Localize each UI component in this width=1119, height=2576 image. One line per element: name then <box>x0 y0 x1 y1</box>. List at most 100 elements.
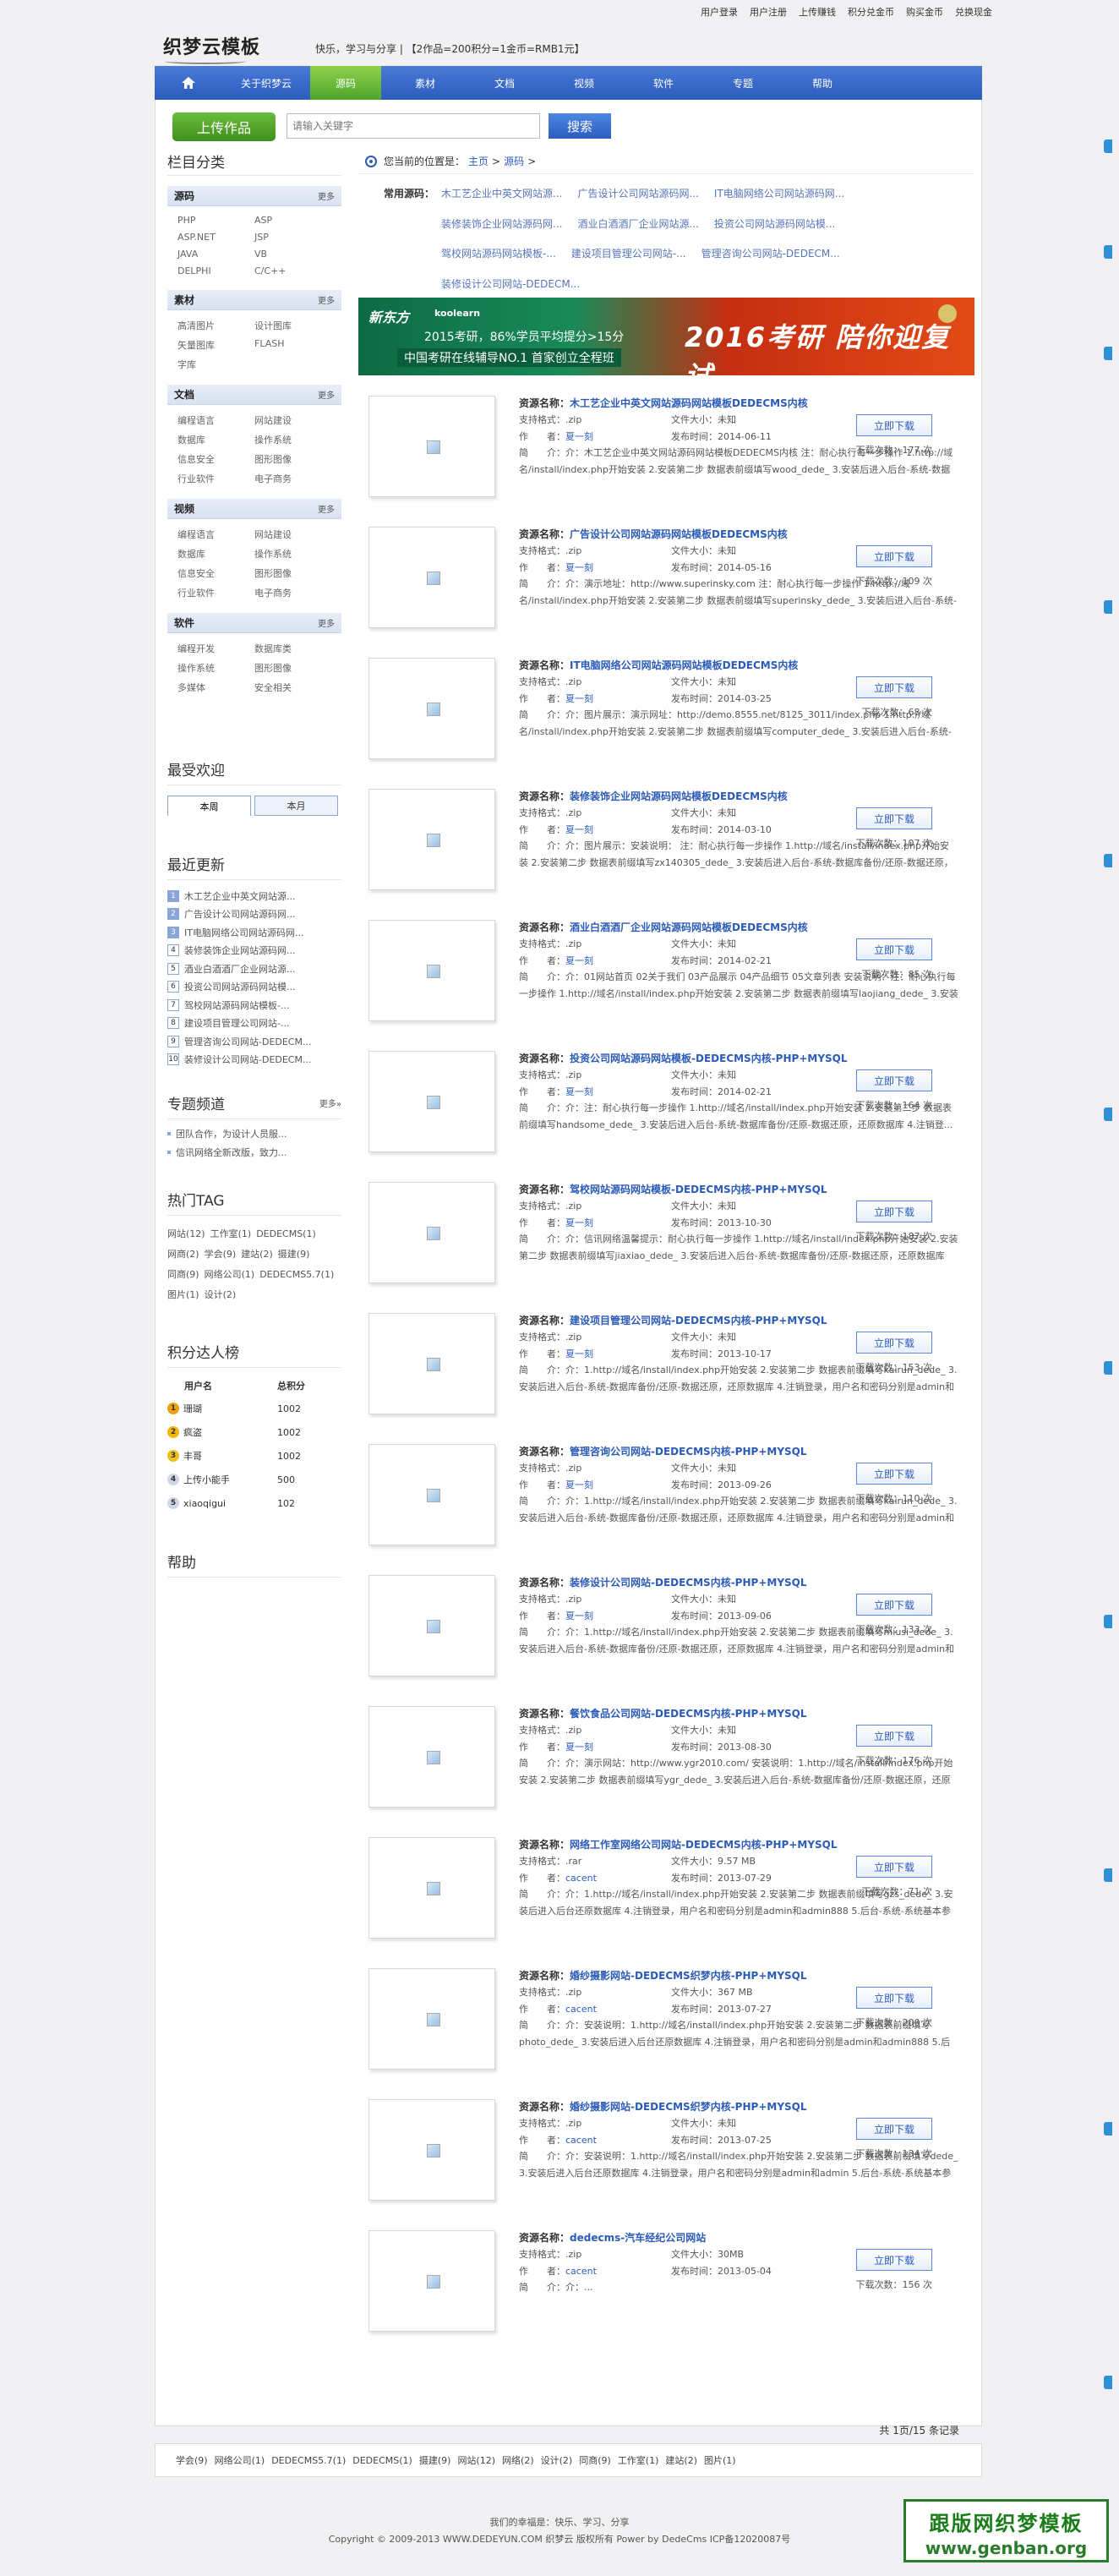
nav-about[interactable]: 关于织梦云 <box>231 66 302 100</box>
nav-docs[interactable]: 文档 <box>469 66 540 100</box>
download-button[interactable]: 立即下载 <box>856 2118 932 2140</box>
list-item[interactable]: 10 装修设计公司网站-DEDECM... <box>167 1051 341 1069</box>
list-item[interactable]: 5 酒业白酒酒厂企业网站源... <box>167 960 341 978</box>
top-link-buy[interactable]: 购买金币 <box>906 5 943 19</box>
list-item[interactable]: 7 驾校网站源码网站模板-... <box>167 996 341 1015</box>
author-link[interactable]: cacent <box>565 2004 597 2015</box>
footer-tag-link[interactable]: 设计(2) <box>541 2453 573 2467</box>
resource-thumbnail[interactable] <box>368 789 495 890</box>
recent-link[interactable]: IT电脑网络公司网站源码网... <box>184 926 303 939</box>
category-item[interactable]: 编程语言 <box>177 413 254 427</box>
tag-link[interactable]: 设计(2) <box>205 1289 237 1300</box>
download-button[interactable]: 立即下载 <box>856 1594 932 1616</box>
upload-button[interactable]: 上传作品 <box>172 112 276 141</box>
breadcrumb-home[interactable]: 主页 <box>468 154 489 168</box>
rank-username[interactable]: 珊瑚 <box>183 1402 202 1415</box>
recent-link[interactable]: 投资公司网站源码网站模... <box>184 980 296 993</box>
top-link-upload[interactable]: 上传赚钱 <box>799 5 836 19</box>
resource-title-link[interactable]: 餐饮食品公司网站-DEDECMS内核-PHP+MYSQL <box>570 1708 806 1720</box>
search-input[interactable] <box>287 113 540 139</box>
footer-tag-link[interactable]: 网站(12) <box>457 2453 495 2467</box>
download-button[interactable]: 立即下载 <box>856 1725 932 1747</box>
category-item[interactable]: 信息安全 <box>177 566 254 580</box>
author-link[interactable]: cacent <box>565 2266 597 2277</box>
download-button[interactable]: 立即下载 <box>856 545 932 567</box>
tab-month[interactable]: 本月 <box>254 796 338 816</box>
category-item[interactable]: 操作系统 <box>254 547 331 561</box>
download-button[interactable]: 立即下载 <box>856 807 932 829</box>
category-item[interactable]: 图形图像 <box>254 452 331 466</box>
resource-title-link[interactable]: 婚纱摄影网站-DEDECMS织梦内核-PHP+MYSQL <box>570 1970 806 1982</box>
resource-thumbnail[interactable] <box>368 1968 495 2070</box>
resource-title-link[interactable]: 投资公司网站源码网站模板-DEDECMS内核-PHP+MYSQL <box>570 1053 847 1064</box>
nav-material[interactable]: 素材 <box>390 66 461 100</box>
category-item[interactable]: JSP <box>254 232 331 243</box>
category-item[interactable]: 网站建设 <box>254 413 331 427</box>
resource-title-link[interactable]: 驾校网站源码网站模板-DEDECMS内核-PHP+MYSQL <box>570 1184 827 1195</box>
list-item[interactable]: 4 装修装饰企业网站源码网... <box>167 942 341 960</box>
download-button[interactable]: 立即下载 <box>856 1332 932 1354</box>
category-item[interactable]: DELPHI <box>177 265 254 276</box>
download-button[interactable]: 立即下载 <box>856 1200 932 1222</box>
download-button[interactable]: 立即下载 <box>856 676 932 698</box>
nav-help[interactable]: 帮助 <box>787 66 858 100</box>
recent-link[interactable]: 木工艺企业中英文网站源... <box>184 889 296 903</box>
common-link[interactable]: IT电脑网络公司网站源码网... <box>714 186 844 211</box>
footer-tag-link[interactable]: 摄建(9) <box>419 2453 451 2467</box>
rank-username[interactable]: 丰哥 <box>183 1449 202 1463</box>
resource-thumbnail[interactable] <box>368 1706 495 1808</box>
list-item[interactable]: 8 建设项目管理公司网站-... <box>167 1015 341 1033</box>
footer-tag-link[interactable]: DEDECMS(1) <box>352 2455 412 2466</box>
footer-tag-link[interactable]: 学会(9) <box>176 2453 208 2467</box>
author-link[interactable]: 夏一刻 <box>565 431 593 442</box>
resource-title-link[interactable]: 建设项目管理公司网站-DEDECMS内核-PHP+MYSQL <box>570 1315 827 1326</box>
common-link[interactable]: 管理咨询公司网站-DEDECM... <box>701 246 840 271</box>
category-item[interactable]: 行业软件 <box>177 586 254 599</box>
tag-link[interactable]: 学会(9) <box>205 1249 237 1260</box>
resource-thumbnail[interactable] <box>368 527 495 628</box>
nav-software[interactable]: 软件 <box>628 66 699 100</box>
top-link-register[interactable]: 用户注册 <box>750 5 787 19</box>
rank-username[interactable]: 疯盗 <box>183 1425 202 1439</box>
footer-tag-link[interactable]: 图片(1) <box>704 2453 736 2467</box>
ad-banner[interactable]: 新东方 koolearn 2015考研，86%学员平均提分>15分 中国考研在线… <box>358 298 974 375</box>
category-item[interactable]: 字库 <box>177 358 254 371</box>
author-link[interactable]: cacent <box>565 2135 597 2146</box>
category-name[interactable]: 视频 <box>174 501 194 516</box>
download-button[interactable]: 立即下载 <box>856 1463 932 1485</box>
resource-title-link[interactable]: 管理咨询公司网站-DEDECMS内核-PHP+MYSQL <box>570 1446 806 1458</box>
resource-thumbnail[interactable] <box>368 1837 495 1939</box>
download-button[interactable]: 立即下载 <box>856 2249 932 2271</box>
category-more-link[interactable]: 更多 <box>318 388 335 401</box>
author-link[interactable]: 夏一刻 <box>565 1217 593 1228</box>
resource-title-link[interactable]: 网络工作室网络公司网站-DEDECMS内核-PHP+MYSQL <box>570 1839 837 1851</box>
list-item[interactable]: 1 木工艺企业中英文网站源... <box>167 887 341 905</box>
category-name[interactable]: 素材 <box>174 293 194 307</box>
footer-tag-link[interactable]: 网络(2) <box>502 2453 534 2467</box>
resource-thumbnail[interactable] <box>368 2230 495 2332</box>
footer-tag-link[interactable]: DEDECMS5.7(1) <box>271 2455 346 2466</box>
resource-thumbnail[interactable] <box>368 658 495 759</box>
category-item[interactable]: 多媒体 <box>177 681 254 694</box>
author-link[interactable]: 夏一刻 <box>565 1742 593 1753</box>
recent-link[interactable]: 建设项目管理公司网站-... <box>184 1016 289 1030</box>
category-more-link[interactable]: 更多 <box>318 189 335 202</box>
category-more-link[interactable]: 更多 <box>318 293 335 306</box>
author-link[interactable]: 夏一刻 <box>565 955 593 966</box>
category-item[interactable]: 电子商务 <box>254 586 331 599</box>
tag-link[interactable]: DEDECMS5.7(1) <box>259 1269 334 1280</box>
rank-username[interactable]: xiaoqigui <box>183 1498 226 1509</box>
resource-thumbnail[interactable] <box>368 396 495 497</box>
author-link[interactable]: 夏一刻 <box>565 562 593 573</box>
tag-link[interactable]: DEDECMS(1) <box>256 1228 316 1239</box>
footer-tag-link[interactable]: 建站(2) <box>665 2453 697 2467</box>
nav-topics[interactable]: 专题 <box>707 66 778 100</box>
recent-link[interactable]: 酒业白酒酒厂企业网站源... <box>184 962 296 976</box>
category-name[interactable]: 源码 <box>174 189 194 203</box>
category-item[interactable]: FLASH <box>254 338 331 352</box>
resource-thumbnail[interactable] <box>368 1051 495 1152</box>
breadcrumb-source[interactable]: 源码 <box>504 154 524 168</box>
category-item[interactable]: 信息安全 <box>177 452 254 466</box>
author-link[interactable]: 夏一刻 <box>565 693 593 704</box>
resource-title-link[interactable]: 木工艺企业中英文网站源码网站模板DEDECMS内核 <box>570 397 808 409</box>
